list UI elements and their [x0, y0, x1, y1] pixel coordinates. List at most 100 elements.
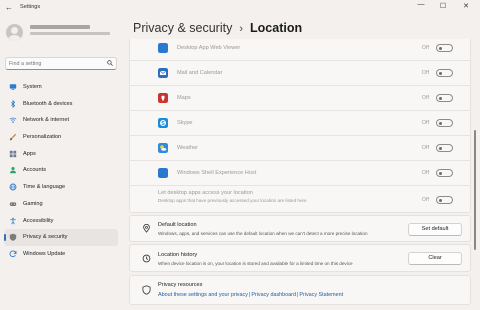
sidebar-nav: System Bluetooth & devices Network & inter… [4, 79, 118, 263]
privacy-dashboard-link[interactable]: Privacy dashboard [251, 292, 296, 298]
apps-icon [9, 150, 17, 157]
sidebar-item-label: Accessibility [23, 217, 54, 224]
settings-content: Desktop App Web Viewer Off Mail and Calend… [129, 39, 471, 310]
toggle-state: Off [421, 170, 429, 176]
toggle-state: Off [421, 70, 429, 76]
location-history-title: Location history [158, 252, 198, 258]
wifi-icon [9, 117, 17, 124]
sidebar-item-accounts[interactable]: Accounts [4, 162, 118, 179]
sidebar-item-bluetooth-and-devices[interactable]: Bluetooth & devices [4, 96, 118, 113]
sidebar-item-privacy-and-security[interactable]: Privacy & security [4, 229, 118, 246]
history-icon [142, 254, 151, 263]
app-location-toggle[interactable] [436, 144, 453, 152]
sidebar-item-apps[interactable]: Apps [4, 146, 118, 163]
toggle-state: Off [421, 120, 429, 126]
avatar[interactable] [6, 24, 23, 41]
minimize-button[interactable]: — [414, 1, 428, 8]
app-location-toggle[interactable] [436, 44, 453, 52]
sidebar-item-label: Time & language [23, 184, 66, 191]
shield-icon [142, 285, 151, 295]
sidebar-item-label: Privacy & security [23, 234, 68, 241]
sidebar-item-label: Apps [23, 150, 36, 157]
sidebar-item-network-and-internet[interactable]: Network & internet [4, 112, 118, 129]
app-location-toggle[interactable] [436, 169, 453, 177]
sidebar-item-gaming[interactable]: Gaming [4, 196, 118, 213]
search-icon[interactable] [107, 60, 113, 66]
app-row-mail-and-calendar: Mail and Calendar Off [130, 61, 471, 86]
gamepad-icon [9, 202, 17, 206]
app-name: Weather [177, 145, 199, 151]
sidebar-item-accessibility[interactable]: Accessibility [4, 213, 118, 230]
sidebar-item-label: System [23, 84, 42, 90]
app-row-maps: Maps Off [130, 86, 471, 111]
breadcrumb: Privacy & security › Location [133, 21, 302, 35]
app-title: Settings [20, 4, 41, 10]
toggle-state: Off [421, 197, 429, 203]
location-history-desc: When device location is on, your locatio… [158, 261, 353, 266]
sidebar-item-time-and-language[interactable]: Time & language [4, 179, 118, 196]
set-default-button[interactable]: Set default [408, 223, 462, 236]
sidebar-item-system[interactable]: System [4, 79, 118, 96]
location-history-row: Location history When device location is… [129, 244, 471, 272]
privacy-resources-title: Privacy resources [158, 282, 203, 288]
desktop-apps-access-toggle[interactable] [436, 196, 453, 204]
sidebar-item-label: Gaming [23, 200, 43, 207]
close-button[interactable]: ✕ [459, 2, 473, 10]
app-row-desktop-app-web-viewer: Desktop App Web Viewer Off [130, 39, 471, 61]
person-icon [9, 167, 17, 174]
user-name-redacted [30, 25, 90, 29]
maximize-button[interactable]: ☐ [436, 2, 450, 10]
toggle-state: Off [421, 145, 429, 151]
sidebar-item-personalization[interactable]: Personalization [4, 129, 118, 146]
sidebar: System Bluetooth & devices Network & inter… [0, 16, 122, 310]
desktop-apps-access-desc: Desktop apps that have previously access… [158, 198, 307, 203]
privacy-statement-link[interactable]: Privacy Statement [299, 292, 343, 298]
app-name: Desktop App Web Viewer [177, 45, 241, 51]
app-location-toggle[interactable] [436, 69, 453, 77]
default-location-row: Default location Windows, apps, and serv… [129, 215, 471, 242]
app-name: Windows Shell Experience Host [177, 170, 257, 176]
toggle-state: Off [421, 95, 429, 101]
page-title: Location [250, 21, 303, 35]
weather-icon [158, 143, 168, 153]
shell-host-icon [158, 168, 168, 178]
app-location-toggle[interactable] [436, 119, 453, 127]
sidebar-item-windows-update[interactable]: Windows Update [4, 246, 118, 263]
app-location-toggle[interactable] [436, 94, 453, 102]
privacy-links: About these settings and your privacy|Pr… [158, 292, 343, 298]
breadcrumb-separator: › [239, 23, 244, 35]
shield-icon [9, 233, 17, 242]
mail-icon [158, 68, 168, 78]
sidebar-item-label: Network & internet [23, 117, 70, 124]
clear-history-button[interactable]: Clear [408, 252, 462, 265]
sidebar-item-label: Bluetooth & devices [23, 100, 73, 107]
app-name: Skype [177, 120, 193, 126]
location-pin-icon [143, 224, 150, 233]
desktop-apps-access-row: Let desktop apps access your location De… [130, 186, 471, 214]
privacy-resources-row: Privacy resources About these settings a… [129, 275, 471, 305]
app-name: Mail and Calendar [177, 70, 223, 76]
user-email-redacted [30, 32, 110, 35]
search-box[interactable] [5, 57, 117, 70]
accessibility-icon [10, 217, 16, 224]
default-location-desc: Windows, apps, and services can use the … [158, 231, 368, 236]
sidebar-item-label: Windows Update [23, 250, 66, 257]
brush-icon [9, 133, 17, 141]
back-button[interactable]: ← [5, 3, 13, 12]
scrollbar[interactable] [474, 130, 476, 250]
app-permissions-card: Desktop App Web Viewer Off Mail and Calend… [129, 39, 471, 213]
sidebar-item-label: Personalization [23, 134, 62, 141]
sidebar-item-label: Accounts [23, 167, 47, 174]
breadcrumb-parent[interactable]: Privacy & security [133, 21, 232, 35]
update-icon [9, 250, 17, 258]
about-privacy-link[interactable]: About these settings and your privacy [158, 292, 248, 298]
globe-icon [9, 183, 17, 191]
skype-icon: S [158, 118, 168, 128]
app-row-skype: S Skype Off [130, 111, 471, 136]
app-row-windows-shell-experience-host: Windows Shell Experience Host Off [130, 161, 471, 186]
search-input[interactable] [9, 59, 105, 68]
bluetooth-icon [11, 99, 16, 108]
toggle-state: Off [421, 45, 429, 51]
app-name: Maps [177, 95, 191, 101]
title-bar: ← Settings — ☐ ✕ [0, 0, 480, 16]
